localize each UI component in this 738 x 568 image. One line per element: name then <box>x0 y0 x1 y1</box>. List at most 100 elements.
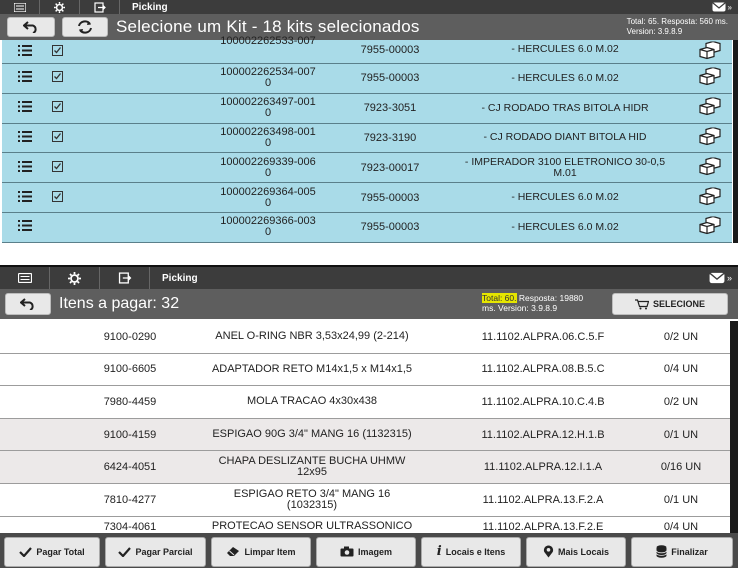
menu-icon <box>13 2 26 12</box>
notifications-button[interactable]: » <box>712 2 738 12</box>
menu-button[interactable] <box>0 267 50 289</box>
kit-row[interactable]: 100002269339-006 0 7923-00017 - IMPERADOR… <box>2 153 732 184</box>
kit-desc: - HERCULES 6.0 M.02 <box>511 191 619 204</box>
logout-button[interactable] <box>80 0 120 14</box>
kit-row[interactable]: 100002263497-001 0 7923-3051 - CJ RODADO … <box>2 93 732 124</box>
limpar-item-button[interactable]: Limpar Item <box>211 536 311 567</box>
checkbox-checked-icon[interactable] <box>52 160 63 175</box>
top-toolbar: Picking » <box>0 0 738 14</box>
list-icon[interactable] <box>18 130 32 145</box>
kit-row[interactable]: 100002269366-003 0 7955-00003 - HERCULES … <box>2 212 732 243</box>
list-icon[interactable] <box>18 220 32 234</box>
boxes-icon[interactable] <box>698 40 722 62</box>
item-code: 6424-4051 <box>103 461 157 474</box>
item-location: 11.1102.ALPRA.12.H.1.B <box>481 428 605 441</box>
checkbox-checked-icon[interactable] <box>52 44 63 59</box>
item-location: 11.1102.ALPRA.12.I.1.A <box>483 461 603 474</box>
locais-itens-button[interactable]: i Locais e Itens <box>421 536 521 567</box>
settings-button[interactable] <box>40 0 80 14</box>
imagem-button[interactable]: Imagem <box>316 536 416 567</box>
item-code: 9100-6605 <box>103 363 157 376</box>
item-desc: ANEL O-RING NBR 3,53x24,99 (2-214) <box>215 330 409 343</box>
boxes-icon[interactable] <box>698 216 722 238</box>
item-desc: ESPIGAO 90G 3/4" MANG 16 (1132315) <box>212 428 412 441</box>
refresh-button[interactable] <box>62 17 108 37</box>
gear-icon <box>54 1 65 13</box>
select-button[interactable]: SELECIONE <box>612 293 728 315</box>
info-icon: i <box>436 544 442 559</box>
logout-button[interactable] <box>100 267 150 289</box>
locais-itens-label: Locais e Itens <box>445 546 506 557</box>
kit-ref: 7923-3190 <box>363 131 417 144</box>
undo-arrow-icon <box>23 21 37 33</box>
table-row[interactable]: 7810-4277 ESPIGAO RETO 3/4" MANG 16 (1032… <box>0 483 730 517</box>
table-row[interactable]: 7980-4459 MOLA TRACAO 4x30x438 11.1102.A… <box>0 386 730 419</box>
kit-list: 100002262533-007 7955-00003 - HERCULES 6… <box>2 36 732 243</box>
picking-items-panel: Picking » Itens a pagar: 32 Total: 60. R… <box>0 265 738 568</box>
item-qty: 0/16 UN <box>660 461 702 474</box>
notifications-button[interactable]: » <box>709 272 738 284</box>
chevron-double-right-icon: » <box>727 2 732 12</box>
menu-button[interactable] <box>0 0 40 14</box>
response-stats: Total: 60. Resposta: 19880 ms. Version: … <box>482 293 583 313</box>
checkbox-checked-icon[interactable] <box>52 130 63 145</box>
stats-total-highlight: Total: 60. <box>482 293 517 303</box>
list-icon[interactable] <box>18 44 32 59</box>
settings-button[interactable] <box>50 267 100 289</box>
pagar-parcial-button[interactable]: Pagar Parcial <box>105 536 206 567</box>
kit-code: 100002262534-007 0 <box>220 66 316 90</box>
boxes-icon[interactable] <box>698 67 722 89</box>
boxes-icon[interactable] <box>698 126 722 148</box>
list-icon[interactable] <box>18 101 32 115</box>
kit-ref: 7923-3051 <box>363 102 417 115</box>
back-button[interactable] <box>5 293 51 315</box>
list-icon[interactable] <box>18 190 32 205</box>
item-desc: ESPIGAO RETO 3/4" MANG 16 (1032315) <box>233 487 391 511</box>
kit-row[interactable]: 100002262534-007 0 7955-00003 - HERCULES … <box>2 64 732 94</box>
finalizar-button[interactable]: Finalizar <box>631 536 733 567</box>
kit-desc: - CJ RODADO TRAS BITOLA HIDR <box>481 101 649 114</box>
eraser-icon <box>227 547 240 556</box>
item-desc: ADAPTADOR RETO M14x1,5 x M14x1,5 <box>211 362 413 375</box>
checkbox-checked-icon[interactable] <box>52 71 63 85</box>
gear-icon <box>68 271 81 285</box>
kit-row[interactable]: 100002263498-001 0 7923-3190 - CJ RODADO … <box>2 123 732 154</box>
item-location: 11.1102.ALPRA.13.F.2.A <box>482 493 604 506</box>
pagar-total-button[interactable]: Pagar Total <box>4 536 100 567</box>
table-row[interactable]: 9100-0290 ANEL O-RING NBR 3,53x24,99 (2-… <box>0 321 730 354</box>
table-row[interactable]: 9100-4159 ESPIGAO 90G 3/4" MANG 16 (1132… <box>0 418 730 452</box>
kit-code: 100002269339-006 0 <box>220 155 316 179</box>
item-desc: PROTECAO SENSOR ULTRASSONICO <box>211 519 413 532</box>
item-code: 7810-4277 <box>103 493 157 506</box>
checkbox-checked-icon[interactable] <box>52 101 63 115</box>
undo-arrow-icon <box>20 298 34 310</box>
kit-code: 100002263498-001 0 <box>220 125 316 149</box>
item-location: 11.1102.ALPRA.13.F.2.E <box>482 520 604 533</box>
map-pin-icon <box>543 545 554 558</box>
kit-row[interactable]: 100002262533-007 7955-00003 - HERCULES 6… <box>2 36 732 64</box>
item-code: 7980-4459 <box>103 395 157 408</box>
back-button[interactable] <box>7 17 55 37</box>
items-header: Itens a pagar: 32 Total: 60. Resposta: 1… <box>0 289 738 319</box>
kit-header: Selecione um Kit - 18 kits selecionados … <box>0 14 738 40</box>
boxes-icon[interactable] <box>698 97 722 119</box>
mais-locais-button[interactable]: Mais Locais <box>526 536 626 567</box>
item-qty: 0/1 UN <box>663 428 699 441</box>
stats-response: Resposta: 19880 <box>516 293 584 303</box>
kit-desc: - HERCULES 6.0 M.02 <box>511 71 619 84</box>
checkbox-checked-icon[interactable] <box>52 190 63 205</box>
boxes-icon[interactable] <box>698 156 722 178</box>
stats-version: Version: 3.9.8.9 <box>626 27 683 36</box>
boxes-icon[interactable] <box>698 186 722 208</box>
table-row[interactable]: 6424-4051 CHAPA DESLIZANTE BUCHA UHMW 12x… <box>0 451 730 484</box>
table-row[interactable]: 9100-6605 ADAPTADOR RETO M14x1,5 x M14x1… <box>0 353 730 387</box>
list-icon[interactable] <box>18 160 32 175</box>
kit-selection-panel: Picking » Selecione um Kit - 18 kits sel… <box>0 0 738 243</box>
chevron-double-right-icon: » <box>726 273 732 283</box>
limpar-item-label: Limpar Item <box>244 546 296 557</box>
kit-row[interactable]: 100002269364-005 0 7955-00003 - HERCULES … <box>2 183 732 213</box>
item-qty: 0/4 UN <box>663 363 699 376</box>
menu-icon <box>17 273 32 283</box>
mail-icon <box>709 272 725 284</box>
list-icon[interactable] <box>18 71 32 85</box>
